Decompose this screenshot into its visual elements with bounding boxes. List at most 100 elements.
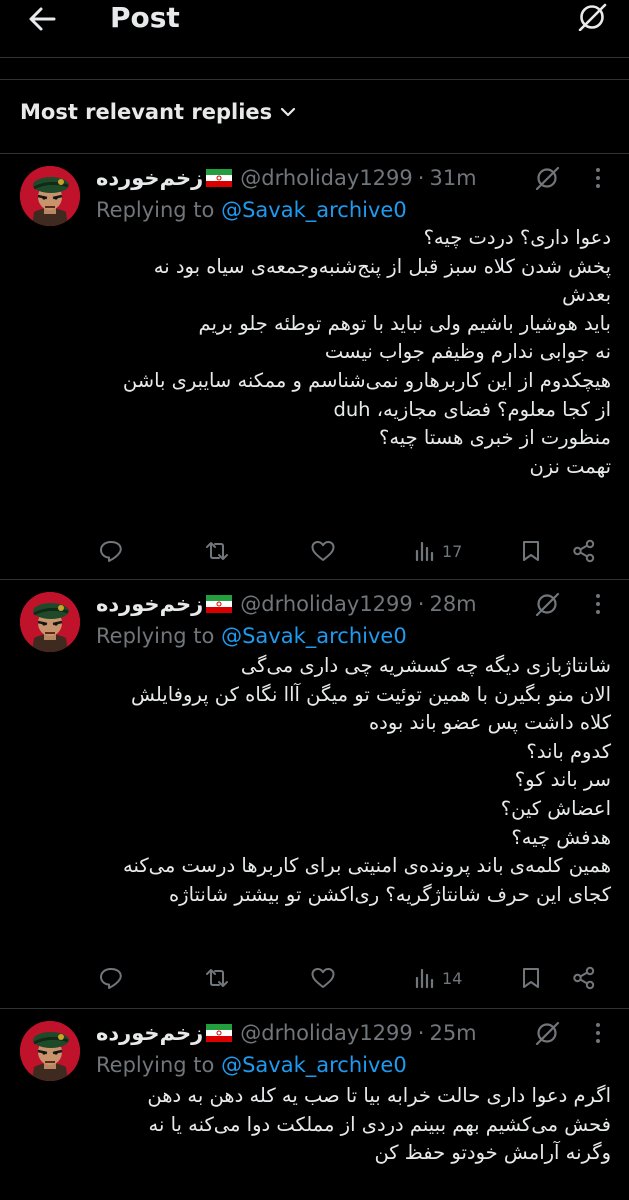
bookmark-icon <box>523 968 539 988</box>
grok-button[interactable] <box>534 592 560 620</box>
avatar[interactable] <box>20 1021 80 1081</box>
mention-link[interactable]: @Savak_archive0 <box>221 1053 407 1077</box>
arrow-left-icon <box>29 7 56 31</box>
user-handle[interactable]: @drholiday1299 <box>240 1021 413 1045</box>
display-name[interactable]: زخم‌خورده <box>96 592 203 616</box>
views-icon <box>415 541 434 562</box>
grok-icon <box>535 592 560 617</box>
timestamp[interactable]: 25m <box>429 1021 476 1045</box>
more-dots-icon <box>596 168 600 188</box>
text-line: کجای این حرف شانتاژگریه؟ ری‌اکشن تو بیشت… <box>168 882 611 906</box>
replying-to: Replying to @Savak_archive0 <box>96 198 407 222</box>
reply-button[interactable] <box>98 963 124 993</box>
text-line: اعضاش کین؟ <box>500 796 611 820</box>
grok-icon <box>578 3 607 31</box>
bookmark-icon <box>523 541 539 561</box>
separator-dot: · <box>417 592 425 616</box>
grok-icon <box>535 166 560 191</box>
separator-dot: · <box>417 166 425 190</box>
grok-icon <box>535 1021 560 1046</box>
reply-header: زخم‌خورده @drholiday1299 · 28m <box>96 588 477 620</box>
chevron-down-icon <box>281 107 296 117</box>
views-icon <box>415 968 434 989</box>
views-button[interactable]: 14 <box>414 963 462 993</box>
repost-icon <box>206 969 228 987</box>
timestamp[interactable]: 28m <box>429 592 476 616</box>
mention-link[interactable]: @Savak_archive0 <box>221 198 407 222</box>
text-line: سر باند کو؟ <box>514 768 611 792</box>
views-count: 14 <box>442 968 463 988</box>
text-line: پخش شدن کلاه سبز قبل از پنج‌شنبه‌وجمعه‌ی… <box>153 254 611 278</box>
replies-sort-label: Most relevant replies <box>20 100 273 124</box>
reply-icon <box>100 541 122 562</box>
display-name[interactable]: زخم‌خورده <box>96 166 203 190</box>
grok-button[interactable] <box>574 2 610 32</box>
action-bar: 14 <box>0 963 629 993</box>
text-line: کدوم باند؟ <box>526 739 611 763</box>
repost-button[interactable] <box>203 536 231 566</box>
iran-flag-icon <box>206 169 233 187</box>
grok-button[interactable] <box>534 166 560 194</box>
text-line: هدفش چیه؟ <box>511 825 611 849</box>
text-line: اگرم دعوا داری حالت خرابه بیا تا صب یه ک… <box>147 1084 611 1107</box>
reply-text: دعوا داری؟ دردت چیه؟ پخش شدن کلاه سبز قبل… <box>71 224 611 481</box>
bookmark-button[interactable] <box>520 963 542 993</box>
replying-to: Replying to @Savak_archive0 <box>96 1053 407 1077</box>
text-line: تهمت نزن <box>529 454 611 478</box>
like-button[interactable] <box>310 963 336 993</box>
page-title: Post <box>110 1 180 34</box>
more-dots-icon <box>596 594 600 614</box>
action-bar: 17 <box>0 536 629 566</box>
views-button[interactable]: 17 <box>414 536 462 566</box>
share-icon <box>573 539 595 563</box>
reply-header: زخم‌خورده @drholiday1299 · 25m <box>96 1017 477 1049</box>
like-icon <box>311 968 335 988</box>
iran-flag-icon <box>206 595 233 613</box>
display-name[interactable]: زخم‌خورده <box>96 1021 203 1045</box>
repost-button[interactable] <box>203 963 231 993</box>
more-button[interactable] <box>586 1021 610 1045</box>
text-line: همین کلمه‌ی باند پرونده‌ی امنیتی برای کا… <box>123 854 611 878</box>
text-line: باید هوشیار باشیم ولی نباید با توهم توطئ… <box>198 311 611 335</box>
grok-button[interactable] <box>534 1021 560 1049</box>
share-button[interactable] <box>571 536 597 566</box>
text-line: فحش می‌کشیم بهم ببینم دردی از مملکت دوا … <box>148 1112 611 1136</box>
more-dots-icon <box>596 1023 600 1043</box>
text-line: نه جوابی ندارم وظیفم جواب نیست <box>324 340 611 364</box>
mention-link[interactable]: @Savak_archive0 <box>221 624 407 648</box>
user-handle[interactable]: @drholiday1299 <box>240 592 413 616</box>
share-button[interactable] <box>571 963 597 993</box>
like-icon <box>311 541 335 561</box>
separator-dot: · <box>417 1021 425 1045</box>
divider <box>0 153 629 154</box>
repost-icon <box>206 542 228 560</box>
text-line: هیچکدوم از این کاربرهارو نمی‌شناسم و ممک… <box>122 368 611 392</box>
replies-sort-dropdown[interactable]: Most relevant replies <box>20 100 296 124</box>
like-button[interactable] <box>310 536 336 566</box>
text-line: وگرنه آرامش خودتو حفظ کن <box>374 1141 611 1165</box>
text-line: الان منو بگیرن با همین توئیت تو میگن آاا… <box>130 682 611 706</box>
bookmark-button[interactable] <box>520 536 542 566</box>
user-handle[interactable]: @drholiday1299 <box>240 166 413 190</box>
replying-to: Replying to @Savak_archive0 <box>96 624 407 648</box>
avatar[interactable] <box>20 592 80 652</box>
top-bar: Post <box>0 0 629 50</box>
text-line: بعدش <box>562 283 611 307</box>
text-line: از کجا معلوم؟ فضای مجازیه، duh <box>333 397 611 421</box>
reply-button[interactable] <box>98 536 124 566</box>
back-button[interactable] <box>22 2 62 36</box>
avatar[interactable] <box>20 166 80 226</box>
divider <box>0 57 629 58</box>
text-line: منظورت از خبری هستا چیه؟ <box>378 426 611 450</box>
timestamp[interactable]: 31m <box>429 166 476 190</box>
reply-icon <box>100 968 122 989</box>
text-line: کلاه داشت پس عضو باند بوده <box>368 711 611 735</box>
more-button[interactable] <box>586 592 610 616</box>
divider <box>0 579 629 580</box>
share-icon <box>573 966 595 990</box>
more-button[interactable] <box>586 166 610 190</box>
reply-text: اگرم دعوا داری حالت خرابه بیا تا صب یه ک… <box>71 1082 611 1168</box>
replying-to-label: Replying to <box>96 624 215 648</box>
divider <box>0 79 629 80</box>
reply-text: شانتاژبازی دیگه چه کسشریه چی داری می‌گی ا… <box>71 652 611 909</box>
